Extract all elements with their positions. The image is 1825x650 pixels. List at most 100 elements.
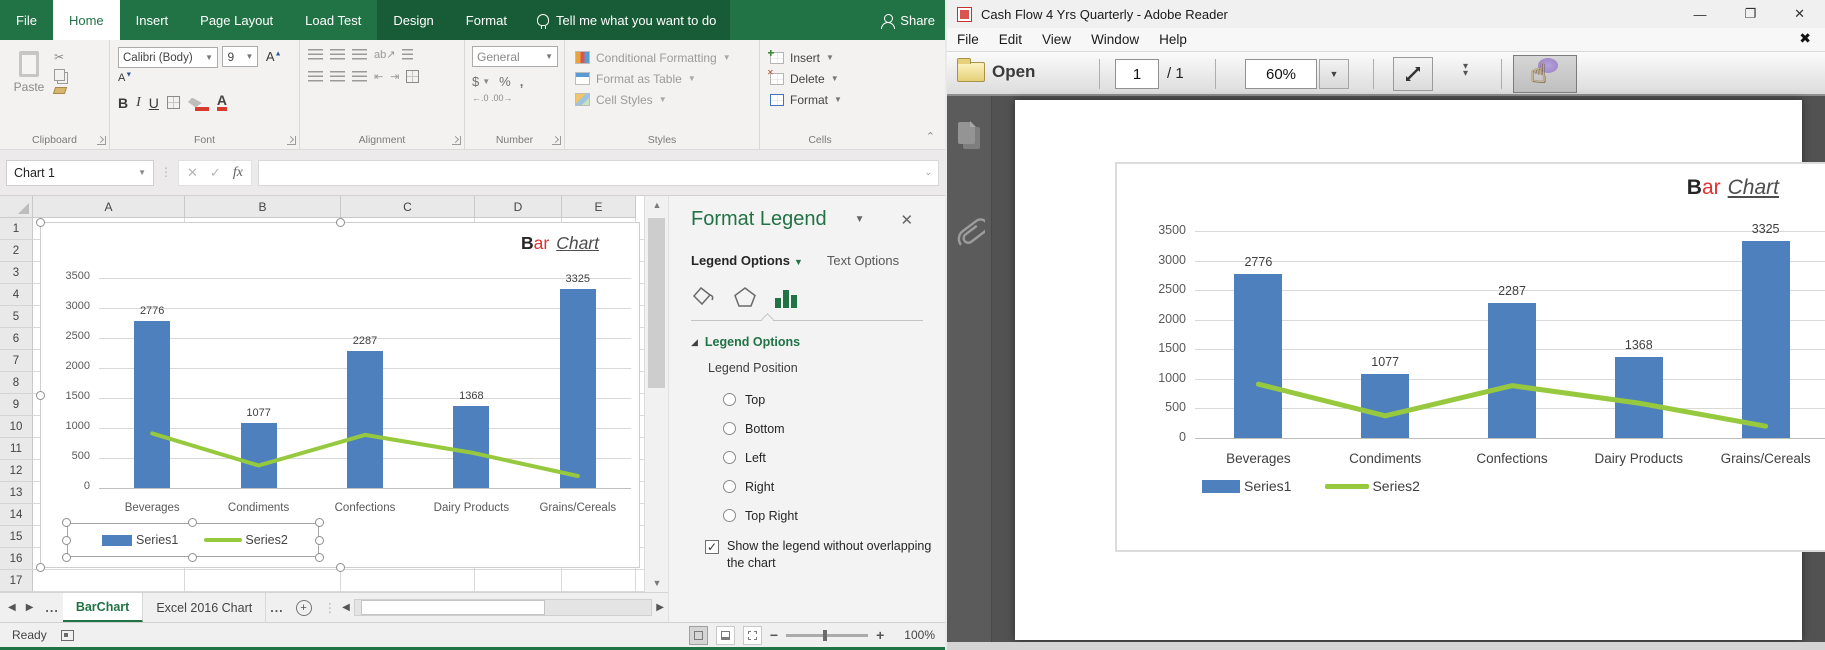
row-header-16[interactable]: 16: [0, 548, 33, 570]
sheet-tab-barchart[interactable]: BarChart: [63, 593, 144, 622]
decrease-decimal-button[interactable]: .00→: [491, 93, 513, 103]
column-header-B[interactable]: B: [185, 196, 341, 218]
chart-handle[interactable]: [36, 391, 45, 400]
radio-icon[interactable]: [723, 509, 736, 522]
zoom-in-icon[interactable]: +: [876, 627, 884, 643]
scroll-up-icon[interactable]: ▲: [645, 196, 669, 214]
increase-decimal-button[interactable]: ←.0: [472, 93, 489, 103]
column-header-C[interactable]: C: [341, 196, 475, 218]
page-layout-view-icon[interactable]: [716, 626, 735, 645]
align-right-icon[interactable]: [352, 71, 367, 82]
bold-button[interactable]: B: [118, 95, 128, 111]
collapse-ribbon-icon[interactable]: ⌃: [926, 130, 935, 143]
open-button[interactable]: Open: [992, 62, 1035, 82]
cells-delete[interactable]: Delete▼: [770, 68, 876, 89]
align-left-icon[interactable]: [308, 71, 323, 82]
new-sheet-button[interactable]: +: [296, 593, 312, 622]
row-header-17[interactable]: 17: [0, 570, 33, 592]
cells-format[interactable]: Format▼: [770, 89, 876, 110]
row-header-3[interactable]: 3: [0, 262, 33, 284]
decrease-indent-icon[interactable]: ⇤: [374, 70, 383, 83]
ribbon-tab-design[interactable]: Design: [377, 0, 449, 40]
italic-button[interactable]: I: [136, 95, 141, 111]
legend-handle[interactable]: [315, 518, 324, 527]
styles-format-as-table[interactable]: Format as Table▼: [575, 68, 755, 89]
row-header-7[interactable]: 7: [0, 350, 33, 372]
borders-icon[interactable]: [167, 96, 180, 109]
zoom-level-input[interactable]: 60%: [1245, 59, 1317, 89]
series-options-icon[interactable]: [775, 288, 797, 308]
ribbon-tab-format[interactable]: Format: [450, 0, 523, 40]
scroll-down-icon[interactable]: ▼: [645, 574, 669, 592]
shrink-font-button[interactable]: A▼: [118, 72, 132, 84]
copy-icon[interactable]: [54, 69, 65, 81]
menu-edit[interactable]: Edit: [989, 32, 1032, 47]
grow-font-button[interactable]: A▲: [266, 49, 282, 64]
vertical-scrollbar[interactable]: ▲ ▼: [644, 196, 668, 592]
radio-bottom[interactable]: Bottom: [723, 414, 945, 443]
chart-handle[interactable]: [336, 563, 345, 572]
zoom-out-icon[interactable]: −: [770, 627, 778, 643]
orientation-icon[interactable]: ab↗: [374, 48, 395, 61]
fit-window-button[interactable]: [1393, 57, 1433, 91]
cells-insert[interactable]: Insert▼: [770, 47, 876, 68]
cancel-icon[interactable]: ✕: [187, 165, 198, 181]
page-break-view-icon[interactable]: [743, 626, 762, 645]
format-painter-icon[interactable]: [53, 87, 67, 94]
attachments-icon[interactable]: [955, 208, 985, 254]
column-header-D[interactable]: D: [475, 196, 562, 218]
menu-view[interactable]: View: [1032, 32, 1081, 47]
toolbar-more-icon[interactable]: ▾▾: [1463, 63, 1468, 77]
sheet-tab-excel-2016-chart[interactable]: Excel 2016 Chart: [143, 593, 266, 622]
checkbox-icon[interactable]: ✓: [705, 540, 719, 554]
page-thumbnails-icon[interactable]: [958, 122, 975, 144]
align-middle-icon[interactable]: [330, 49, 345, 60]
dialog-launcher-icon[interactable]: [452, 136, 461, 145]
menu-help[interactable]: Help: [1149, 32, 1197, 47]
font-name-select[interactable]: Calibri (Body)▼: [118, 47, 218, 68]
sheet-dots-right[interactable]: ...: [266, 593, 287, 622]
zoom-level-label[interactable]: 100%: [904, 628, 935, 642]
cut-icon[interactable]: ✂: [54, 51, 66, 63]
row-header-2[interactable]: 2: [0, 240, 33, 262]
scroll-left-icon[interactable]: ◀: [342, 602, 350, 613]
radio-left[interactable]: Left: [723, 443, 945, 472]
legend-handle[interactable]: [188, 518, 197, 527]
tab-text-options[interactable]: Text Options: [827, 253, 899, 268]
name-box[interactable]: Chart 1 ▼: [6, 160, 154, 186]
radio-icon[interactable]: [723, 451, 736, 464]
row-header-9[interactable]: 9: [0, 394, 33, 416]
legend-handle[interactable]: [315, 553, 324, 562]
enter-icon[interactable]: ✓: [210, 165, 221, 181]
select-all-corner[interactable]: [0, 196, 33, 218]
radio-top[interactable]: Top: [723, 385, 945, 414]
hscroll-thumb[interactable]: [361, 600, 545, 615]
radio-icon[interactable]: [723, 422, 736, 435]
sheet-dots-left[interactable]: ...: [41, 593, 62, 622]
row-header-8[interactable]: 8: [0, 372, 33, 394]
dialog-launcher-icon[interactable]: [287, 136, 296, 145]
row-header-12[interactable]: 12: [0, 460, 33, 482]
currency-button[interactable]: $: [472, 74, 479, 89]
pdf-horizontal-scrollbar[interactable]: [947, 642, 1825, 650]
scroll-right-icon[interactable]: ▶: [656, 602, 664, 613]
ribbon-tab-file[interactable]: File: [0, 0, 53, 40]
row-header-10[interactable]: 10: [0, 416, 33, 438]
merge-center-icon[interactable]: [406, 70, 419, 83]
align-center-icon[interactable]: [330, 71, 345, 82]
scrollbar-thumb[interactable]: [648, 218, 665, 388]
styles-cell-styles[interactable]: Cell Styles▼: [575, 89, 755, 110]
font-size-select[interactable]: 9▼: [222, 46, 258, 67]
minimize-button[interactable]: —: [1693, 7, 1706, 22]
macro-record-icon[interactable]: [61, 630, 74, 641]
row-header-6[interactable]: 6: [0, 328, 33, 350]
open-folder-icon[interactable]: [957, 62, 985, 82]
increase-indent-icon[interactable]: ⇥: [390, 70, 399, 83]
ribbon-tab-home[interactable]: Home: [53, 0, 120, 40]
comma-button[interactable]: ,: [520, 74, 524, 89]
zoom-dropdown-button[interactable]: ▼: [1319, 59, 1349, 89]
chart-handle[interactable]: [336, 218, 345, 227]
legend-handle[interactable]: [62, 518, 71, 527]
menu-file[interactable]: File: [947, 32, 989, 47]
horizontal-scrollbar[interactable]: ◀ ▶: [342, 593, 668, 622]
